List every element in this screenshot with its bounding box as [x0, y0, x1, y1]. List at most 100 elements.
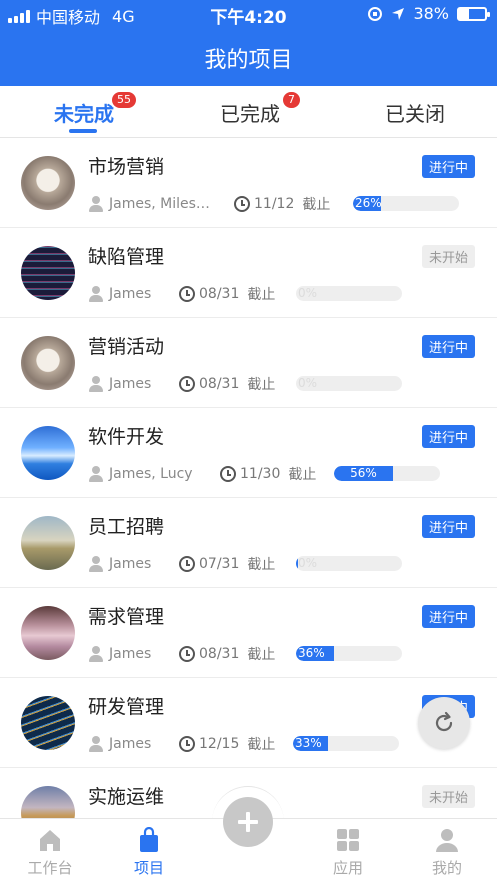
person-icon: [88, 646, 104, 662]
project-members: James: [109, 376, 152, 392]
grid-icon: [337, 829, 359, 851]
clock-icon: [179, 376, 195, 392]
project-list: 市场营销 进行中 James, Miles… 11/12 截止 26% 缺陷管理…: [0, 138, 497, 858]
project-avatar: [21, 246, 75, 300]
deadline-label: 截止: [247, 377, 276, 393]
clock-icon: [179, 286, 195, 302]
project-name: 市场营销: [88, 156, 165, 178]
project-meta: James 08/31 截止: [88, 284, 275, 304]
project-members: James, Miles…: [109, 196, 210, 212]
tab-active-indicator: [69, 129, 97, 133]
tabbar-item-workbench[interactable]: 工作台: [10, 827, 90, 878]
deadline-label: 截止: [247, 737, 276, 753]
deadline-label: 截止: [302, 197, 331, 213]
deadline-label: 截止: [247, 287, 276, 303]
progress-bar: 36%: [296, 646, 402, 661]
home-icon: [40, 830, 60, 851]
person-icon: [88, 556, 104, 572]
project-members: James: [109, 646, 152, 662]
progress-text: 26%: [355, 196, 382, 210]
tabbar-item-projects[interactable]: 项目: [109, 827, 189, 878]
project-name: 需求管理: [88, 606, 165, 628]
progress-bar: 0%: [296, 556, 402, 571]
project-name: 软件开发: [88, 426, 165, 448]
tabbar-item-apps[interactable]: 应用: [308, 827, 388, 878]
project-name: 实施运维: [88, 786, 165, 808]
clock-icon: [234, 196, 250, 212]
progress-text: 36%: [298, 646, 325, 660]
project-meta: James, Lucy 11/30 截止: [88, 464, 316, 484]
progress-text: 0%: [298, 556, 318, 570]
project-name: 营销活动: [88, 336, 165, 358]
project-name: 缺陷管理: [88, 246, 165, 268]
app-header: 中国移动 4G 下午4:20 38% 我的项目: [0, 0, 497, 86]
status-badge: 进行中: [421, 515, 475, 538]
tab-label: 已关闭: [385, 102, 445, 126]
project-meta: James 07/31 截止: [88, 554, 275, 574]
deadline-date: 08/31: [199, 376, 240, 392]
person-icon: [88, 286, 104, 302]
tabbar-label: 应用: [332, 859, 363, 877]
deadline-date: 08/31: [199, 646, 240, 662]
tab-closed[interactable]: 已关闭: [385, 98, 445, 127]
tab-label: 已完成: [220, 102, 280, 126]
progress-bar: 26%: [353, 196, 459, 211]
project-row[interactable]: 营销活动 进行中 James 08/31 截止 0%: [0, 318, 497, 408]
person-icon: [88, 196, 104, 212]
person-icon: [88, 466, 104, 482]
project-members: James: [109, 286, 152, 302]
project-avatar: [21, 516, 75, 570]
tab-label: 未完成: [54, 102, 114, 126]
battery-label: 38%: [413, 4, 449, 23]
project-row[interactable]: 缺陷管理 未开始 James 08/31 截止 0%: [0, 228, 497, 318]
status-badge: 进行中: [421, 425, 475, 448]
progress-text: 33%: [295, 736, 322, 750]
tabbar-label: 我的: [431, 859, 462, 877]
tab-finished[interactable]: 已完成 7: [220, 92, 300, 127]
tab-badge: 7: [283, 92, 300, 108]
project-row[interactable]: 员工招聘 进行中 James 07/31 截止 0%: [0, 498, 497, 588]
deadline-label: 截止: [247, 557, 276, 573]
project-avatar: [21, 426, 75, 480]
project-avatar: [21, 336, 75, 390]
add-project-button[interactable]: [223, 797, 273, 847]
status-badge: 进行中: [421, 155, 475, 178]
progress-bar: 0%: [296, 286, 402, 301]
project-meta: James 12/15 截止: [88, 734, 275, 754]
project-tabs: 未完成 55 已完成 7 已关闭: [0, 86, 497, 138]
tabbar-label: 工作台: [27, 859, 73, 877]
deadline-label: 截止: [247, 647, 276, 663]
clock-icon: [179, 556, 195, 572]
progress-text: 0%: [298, 376, 318, 390]
deadline-label: 截止: [288, 467, 317, 483]
page-title: 我的项目: [204, 48, 293, 73]
project-row[interactable]: 需求管理 进行中 James 08/31 截止 36%: [0, 588, 497, 678]
status-badge: 进行中: [421, 605, 475, 628]
tabbar-label: 项目: [133, 859, 164, 877]
tab-unfinished[interactable]: 未完成 55: [54, 92, 136, 127]
project-row[interactable]: 软件开发 进行中 James, Lucy 11/30 截止 56%: [0, 408, 497, 498]
deadline-date: 11/30: [240, 466, 281, 482]
clock-icon: [179, 736, 195, 752]
progress-text: 0%: [298, 286, 318, 300]
user-icon: [436, 829, 458, 852]
rotation-lock-icon: [368, 6, 383, 21]
progress-bar: 56%: [334, 466, 440, 481]
refresh-button[interactable]: [418, 697, 470, 749]
progress-bar: 0%: [296, 376, 402, 391]
status-badge: 未开始: [421, 245, 475, 268]
battery-icon: [457, 6, 490, 21]
project-members: James: [109, 556, 152, 572]
tabbar-item-mine[interactable]: 我的: [407, 827, 487, 878]
status-badge: 进行中: [421, 335, 475, 358]
bag-icon: [140, 827, 158, 852]
clock-icon: [220, 466, 236, 482]
deadline-date: 07/31: [199, 556, 240, 572]
deadline-date: 12/15: [199, 736, 240, 752]
project-meta: James 08/31 截止: [88, 374, 275, 394]
status-badge: 未开始: [421, 785, 475, 808]
project-row[interactable]: 市场营销 进行中 James, Miles… 11/12 截止 26%: [0, 138, 497, 228]
project-meta: James 08/31 截止: [88, 644, 275, 664]
project-avatar: [21, 606, 75, 660]
plus-icon: [238, 812, 258, 832]
